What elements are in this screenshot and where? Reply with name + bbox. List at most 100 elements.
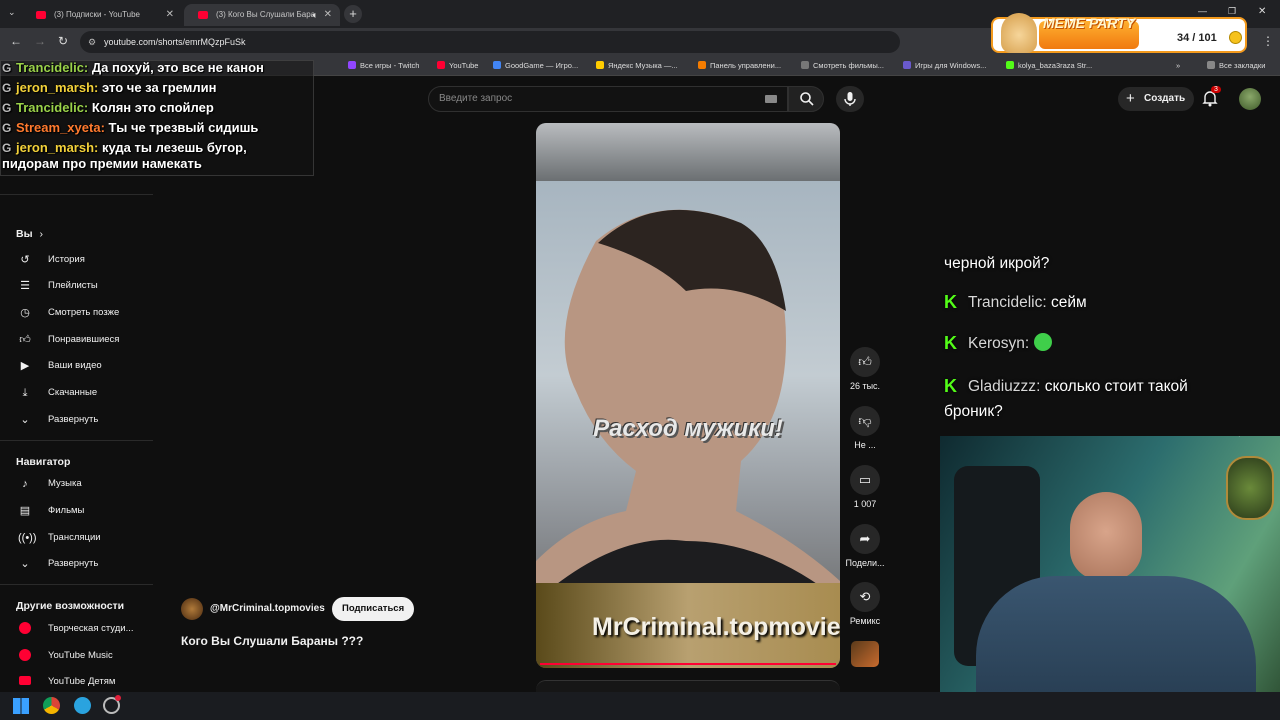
- remix-button[interactable]: ⟲ Ремикс: [842, 582, 888, 626]
- clock-icon: ◷: [20, 307, 30, 319]
- video-progress-bar[interactable]: [540, 663, 836, 665]
- video-caption: Расход мужики!: [593, 415, 783, 442]
- kick-icon: K: [944, 376, 957, 396]
- dislike-button[interactable]: 👎︎ Не ...: [842, 406, 888, 450]
- create-button[interactable]: + Создать: [1118, 87, 1194, 111]
- sidebar-item-music[interactable]: ♪ Музыка: [16, 474, 81, 494]
- scroll-down-arrow-icon[interactable]: ↓: [1236, 436, 1243, 439]
- back-arrow-icon[interactable]: ←: [10, 34, 22, 48]
- maximize-icon[interactable]: ❐: [1228, 6, 1236, 17]
- reload-icon[interactable]: ↻: [58, 34, 68, 48]
- bookmarks-overflow-icon[interactable]: »: [1176, 61, 1180, 70]
- share-button[interactable]: ➦ Подели...: [842, 524, 888, 568]
- close-tab-icon[interactable]: ✕: [166, 4, 174, 26]
- platform-icon: G: [2, 141, 12, 155]
- youtube-icon: [437, 61, 445, 69]
- sidebar-item-expand[interactable]: ⌄ Развернуть: [16, 410, 98, 430]
- channel-name[interactable]: @MrCriminal.topmovies: [210, 603, 325, 614]
- tab-subscriptions[interactable]: (3) Подписки - YouTube ✕: [22, 4, 182, 26]
- movies-icon: [801, 61, 809, 69]
- chat-message: G Stream_xyeta: Ты че трезвый сидишь: [2, 120, 259, 135]
- sound-thumbnail[interactable]: [851, 641, 879, 667]
- bookmark-item[interactable]: Смотреть фильмы...: [801, 61, 884, 70]
- sidebar-item-downloads[interactable]: ⤓ Скачанные: [16, 383, 98, 403]
- sidebar-item-your-videos[interactable]: ▶ Ваши видео: [16, 356, 102, 376]
- notifications-button[interactable]: 3: [1202, 86, 1222, 109]
- right-chat-line: броник?: [944, 403, 1003, 420]
- speaker-icon[interactable]: 🔈︎: [313, 4, 318, 26]
- close-window-icon[interactable]: ✕: [1258, 6, 1266, 17]
- chat-message: Gjeron_marsh: это че за гремлин: [2, 80, 217, 95]
- bookmark-item[interactable]: kolya_baza3raza Str...: [1006, 61, 1092, 70]
- windows-start-icon[interactable]: [13, 698, 29, 714]
- chat-text: сейм: [1051, 294, 1087, 311]
- sidebar-item-playlists[interactable]: ☰ Плейлисты: [16, 276, 98, 296]
- green-emote-icon: [1033, 333, 1052, 351]
- forward-arrow-icon[interactable]: →: [34, 34, 46, 48]
- chevron-down-icon: ⌄: [20, 558, 30, 570]
- address-bar[interactable]: ⚙ youtube.com/shorts/emrMQzpFuSk: [80, 31, 900, 53]
- right-chat-line: черной икрой?: [944, 255, 1050, 272]
- avatar[interactable]: [1239, 88, 1261, 110]
- thumb-up-icon: 👍︎: [19, 334, 31, 346]
- sidebar-item-expand-nav[interactable]: ⌄ Развернуть: [16, 554, 98, 574]
- site-info-icon[interactable]: ⚙: [88, 31, 96, 53]
- voice-search-button[interactable]: [836, 86, 864, 112]
- comment-count: 1 007: [853, 499, 877, 509]
- sidebar-heading-you[interactable]: Вы ›: [16, 228, 43, 240]
- meme-party-widget: MEME PARTY 34 / 101: [991, 13, 1247, 53]
- playlists-icon: ☰: [20, 280, 30, 292]
- browser-menu-icon[interactable]: ⋮: [1262, 34, 1274, 48]
- minimize-icon[interactable]: —: [1198, 6, 1207, 16]
- stream-chat-overlay: G Trancidelic: Да похуй, это все не канон…: [0, 58, 314, 176]
- youtube-favicon-icon: [198, 11, 208, 19]
- bookmark-item[interactable]: Яндекс Музыка —...: [596, 61, 678, 70]
- tab-current-short[interactable]: (3) Кого Вы Слушали Бара 🔈︎ ✕: [184, 4, 340, 26]
- chat-text: это че за гремлин: [102, 80, 217, 95]
- tab-title: (3) Кого Вы Слушали Бара: [216, 10, 316, 19]
- like-button[interactable]: 👍︎ 26 тыс.: [842, 347, 888, 391]
- chat-message: G Trancidelic: Да похуй, это все не канон: [2, 60, 264, 75]
- sidebar-item-yt-music[interactable]: YouTube Music: [16, 646, 113, 666]
- sidebar-item-yt-kids[interactable]: YouTube Детям: [16, 672, 115, 692]
- app-notification-dot: [115, 695, 121, 701]
- chrome-icon[interactable]: [43, 697, 60, 714]
- short-title: Кого Вы Слушали Бараны ???: [181, 634, 364, 648]
- sidebar-item-live[interactable]: ((•)) Трансляции: [16, 528, 101, 548]
- telegram-icon[interactable]: [74, 697, 91, 714]
- bookmark-item[interactable]: Все игры - Twitch: [348, 61, 419, 70]
- bookmark-item[interactable]: Панель управлени...: [698, 61, 781, 70]
- short-video-player[interactable]: Расход мужики! MrCriminal.topmovie: [536, 123, 840, 668]
- next-short-preview[interactable]: [536, 680, 840, 692]
- sidebar-divider: [0, 584, 153, 585]
- yt-music-icon: [18, 649, 32, 663]
- search-input[interactable]: Введите запрос: [428, 86, 788, 112]
- chat-username: Kerosyn: [968, 335, 1025, 352]
- video-top-band: [536, 123, 840, 181]
- search-icon: [800, 92, 814, 106]
- close-tab-icon[interactable]: ✕: [324, 4, 332, 26]
- games-icon: [903, 61, 911, 69]
- sidebar-item-studio[interactable]: Творческая студи...: [16, 619, 134, 639]
- subscribe-button[interactable]: Подписаться: [332, 597, 415, 621]
- chat-username: Gladiuzzz: [968, 378, 1037, 395]
- channel-avatar[interactable]: [181, 598, 203, 620]
- search-button[interactable]: [788, 86, 824, 112]
- keyboard-icon[interactable]: [765, 95, 777, 103]
- sidebar-item-films[interactable]: ▤ Фильмы: [16, 501, 85, 521]
- tab-list-chevron-icon[interactable]: ⌄: [8, 7, 16, 18]
- kick-icon: [1006, 61, 1014, 69]
- studio-icon: [18, 622, 32, 636]
- sidebar-item-watch-later[interactable]: ◷ Смотреть позже: [16, 303, 119, 323]
- meme-party-progress: 34 / 101: [1177, 32, 1217, 44]
- webcam-badge-icon: [1226, 456, 1274, 520]
- sidebar-item-history[interactable]: ↺ История: [16, 250, 84, 270]
- all-bookmarks[interactable]: Все закладки: [1207, 61, 1265, 70]
- bookmark-item[interactable]: Игры для Windows...: [903, 61, 986, 70]
- comments-button[interactable]: ▭ 1 007: [842, 465, 888, 509]
- bookmark-item[interactable]: YouTube: [437, 61, 478, 70]
- sidebar-item-liked[interactable]: 👍︎ Понравившиеся: [16, 330, 119, 350]
- music-icon: ♪: [22, 478, 28, 490]
- bookmark-item[interactable]: GoodGame — Игро...: [493, 61, 578, 70]
- new-tab-button[interactable]: +: [344, 5, 362, 23]
